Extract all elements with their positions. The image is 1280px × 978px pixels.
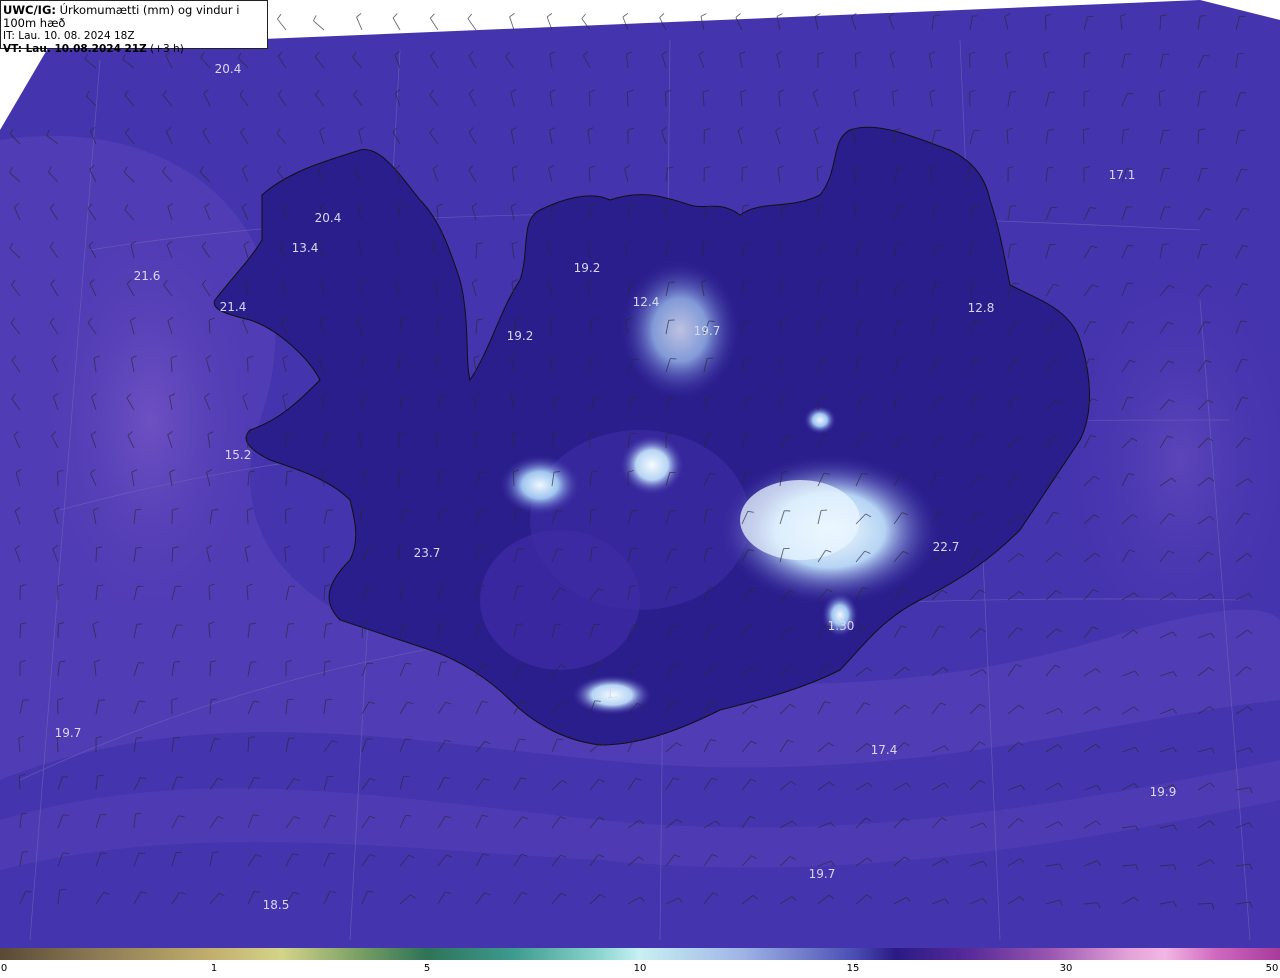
value-label: 19.2 — [506, 329, 534, 343]
colorbar-tick-label: 10 — [633, 963, 647, 974]
langjokull-patch — [500, 455, 580, 515]
map-panel: 20.4 17.1 20.4 13.4 21.6 21.4 19.2 12.4 19.2 19.7… — [0, 0, 1280, 948]
vt-line: VT: Lau. 10.08.2024 21Z (+3 h) — [3, 43, 265, 56]
hofsjokull-patch — [620, 435, 684, 495]
value-label: 19.7 — [808, 867, 836, 881]
value-label: 17.4 — [870, 743, 898, 757]
value-label: 19.2 — [573, 261, 601, 275]
value-label: 17.1 — [1108, 168, 1136, 182]
trollaskagi-patch — [620, 260, 740, 400]
precipitation-map — [0, 0, 1280, 948]
vt-suffix: (+3 h) — [150, 43, 184, 55]
value-label: 18.5 — [262, 898, 290, 912]
value-label: 19.7 — [693, 324, 721, 338]
value-label: 13.4 — [291, 241, 319, 255]
title-line: UWC/IG: Úrkomumætti (mm) og vindur i 100… — [3, 4, 265, 30]
value-label: 19.9 — [1149, 785, 1177, 799]
value-label: 22.7 — [932, 540, 960, 554]
colorbar: 0 1 5 10 15 30 50 — [0, 948, 1280, 978]
vt-prefix: VT: Lau. 10.08.2024 21Z — [3, 43, 147, 55]
value-label: 19.7 — [54, 726, 82, 740]
vatnajokull-core — [740, 480, 860, 560]
colorbar-tick-label: 50 — [1265, 963, 1279, 974]
value-label: 20.4 — [314, 211, 342, 225]
value-label: 21.6 — [133, 269, 161, 283]
colorbar-tick-label: 1 — [210, 963, 218, 974]
product-code: UWC/IG: — [3, 3, 56, 17]
it-line: IT: Lau. 10. 08. 2024 18Z — [3, 30, 135, 42]
interior-shade-2 — [480, 530, 640, 670]
value-label: 20.4 — [214, 62, 242, 76]
value-label: 12.8 — [967, 301, 995, 315]
value-label: 1.30 — [827, 619, 855, 633]
value-label: 23.7 — [413, 546, 441, 560]
value-label: 15.2 — [224, 448, 252, 462]
colorbar-tick-label: 5 — [423, 963, 431, 974]
colorbar-tick-label: 30 — [1059, 963, 1073, 974]
title-box: UWC/IG: Úrkomumætti (mm) og vindur i 100… — [0, 0, 268, 55]
colorbar-strip — [0, 948, 1280, 960]
colorbar-tick-label: 15 — [846, 963, 860, 974]
value-label: 21.4 — [219, 300, 247, 314]
value-label: 1. — [606, 687, 618, 701]
value-label: 12.4 — [632, 295, 660, 309]
purple-west — [20, 180, 280, 660]
colorbar-tick-label: 0 — [0, 963, 8, 974]
small-patch — [804, 406, 836, 434]
